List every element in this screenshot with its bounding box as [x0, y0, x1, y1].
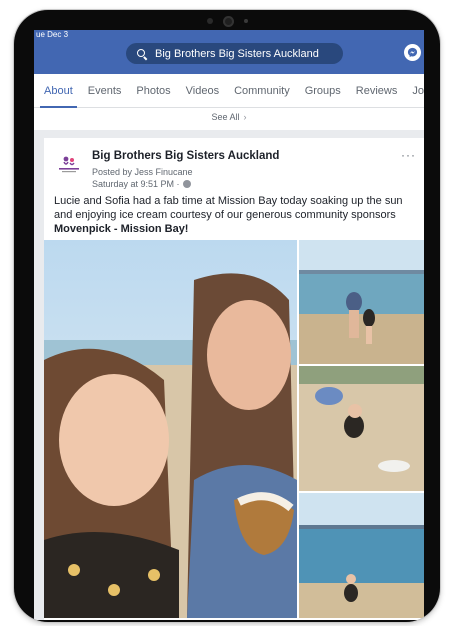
post-card: Big Brothers Big Sisters Auckland Posted… — [44, 138, 424, 620]
light-sensor-icon — [243, 19, 248, 23]
facebook-header: ue Dec 3 Big Brothers Big Sisters Auckla… — [34, 30, 424, 74]
photo-beach-water[interactable] — [299, 493, 424, 618]
more-options-icon[interactable]: ··· — [401, 148, 416, 162]
see-all-link[interactable]: See All › — [34, 108, 424, 130]
page-name-link[interactable]: Big Brothers Big Sisters Auckland — [92, 150, 279, 162]
camera-bar — [14, 14, 440, 28]
screen: ue Dec 3 Big Brothers Big Sisters Auckla… — [34, 30, 424, 620]
tab-community[interactable]: Community — [234, 74, 290, 108]
tab-jobs[interactable]: Jo — [412, 74, 424, 108]
page-tabs: About Events Photos Videos Community Gro… — [34, 74, 424, 108]
search-icon — [136, 48, 148, 60]
post-text-body: Lucie and Sofia had a fab time at Missio… — [54, 195, 403, 221]
tab-about[interactable]: About — [40, 74, 77, 108]
post-text: Lucie and Sofia had a fab time at Missio… — [54, 194, 419, 236]
sensor-icon — [206, 18, 213, 24]
search-text: Big Brothers Big Sisters Auckland — [155, 47, 319, 60]
photo-beach-walking[interactable] — [299, 240, 424, 364]
status-date: ue Dec 3 — [36, 30, 69, 39]
see-all-label: See All — [211, 112, 240, 122]
tab-videos[interactable]: Videos — [186, 74, 219, 108]
photo-grid — [44, 240, 424, 618]
tab-photos[interactable]: Photos — [136, 74, 170, 108]
post-time-text: Saturday at 9:51 PM · — [92, 179, 180, 189]
post-time[interactable]: Saturday at 9:51 PM · — [92, 179, 191, 189]
posted-by: Posted by Jess Finucane — [92, 167, 193, 177]
globe-icon — [182, 180, 191, 188]
tab-groups[interactable]: Groups — [305, 74, 341, 108]
photo-beach-sitting[interactable] — [299, 366, 424, 491]
messenger-icon[interactable] — [404, 44, 421, 61]
tab-events[interactable]: Events — [88, 74, 122, 108]
page-logo[interactable] — [56, 152, 82, 178]
tablet-device: ue Dec 3 Big Brothers Big Sisters Auckla… — [14, 10, 440, 622]
camera-icon — [222, 15, 234, 27]
chevron-right-icon: › — [243, 112, 247, 122]
photo-main[interactable] — [44, 240, 297, 618]
post-text-sponsor[interactable]: Movenpick - Mission Bay! — [54, 223, 188, 235]
search-input[interactable]: Big Brothers Big Sisters Auckland — [126, 43, 343, 64]
tab-reviews[interactable]: Reviews — [356, 74, 398, 108]
